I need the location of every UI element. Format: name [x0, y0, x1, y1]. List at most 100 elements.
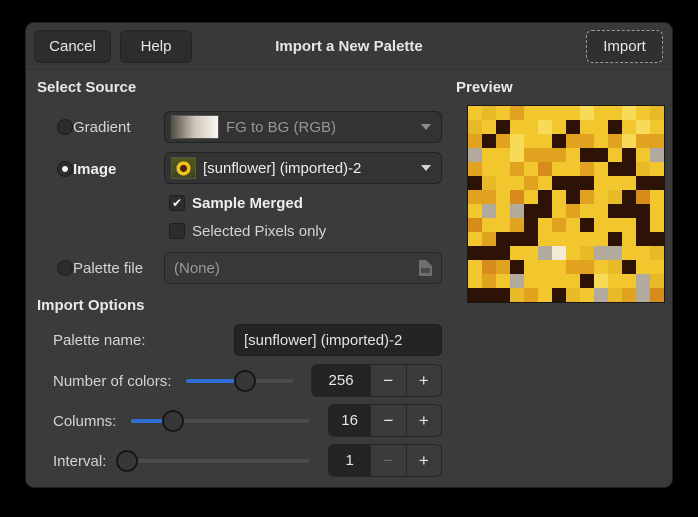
preview-cell [496, 232, 510, 246]
preview-cell [510, 148, 524, 162]
preview-cell [482, 162, 496, 176]
preview-cell [468, 176, 482, 190]
preview-cell [524, 106, 538, 120]
interval-slider[interactable] [116, 450, 309, 472]
columns-plus-button[interactable]: + [406, 405, 441, 436]
checkmark-icon: ✔ [170, 196, 184, 210]
preview-cell [580, 204, 594, 218]
preview-cell [636, 134, 650, 148]
preview-cell [580, 232, 594, 246]
preview-cell [622, 246, 636, 260]
preview-cell [552, 148, 566, 162]
preview-cell [594, 106, 608, 120]
preview-cell [566, 232, 580, 246]
slider-thumb[interactable] [234, 370, 256, 392]
gradient-combobox[interactable]: FG to BG (RGB) [164, 111, 442, 143]
preview-cell [552, 176, 566, 190]
preview-cell [566, 106, 580, 120]
gradient-radio-label[interactable]: Gradient [73, 119, 131, 136]
preview-cell [608, 204, 622, 218]
preview-cell [538, 288, 552, 302]
preview-cell [636, 260, 650, 274]
preview-cell [482, 218, 496, 232]
preview-cell [496, 246, 510, 260]
preview-cell [538, 176, 552, 190]
preview-cell [496, 260, 510, 274]
interval-value[interactable]: 1 [329, 445, 370, 476]
import-button[interactable]: Import [586, 30, 663, 63]
num-colors-slider[interactable] [186, 370, 293, 392]
sample-merged-label[interactable]: Sample Merged [192, 195, 303, 212]
preview-cell [510, 260, 524, 274]
preview-cell [566, 148, 580, 162]
preview-cell [650, 246, 664, 260]
preview-cell [650, 190, 664, 204]
interval-plus-button[interactable]: + [406, 445, 441, 476]
help-button[interactable]: Help [120, 30, 192, 63]
palette-file-radio[interactable] [57, 260, 73, 276]
preview-cell [496, 134, 510, 148]
image-radio-label[interactable]: Image [73, 161, 116, 178]
image-combobox[interactable]: [sunflower] (imported)-2 [164, 152, 442, 184]
preview-cell [608, 288, 622, 302]
preview-heading: Preview [456, 79, 513, 96]
preview-cell [608, 260, 622, 274]
preview-cell [608, 162, 622, 176]
preview-cell [594, 162, 608, 176]
preview-cell [482, 274, 496, 288]
selected-pixels-checkbox[interactable]: ✔ [169, 223, 185, 239]
interval-minus-button[interactable]: − [370, 445, 405, 476]
slider-thumb[interactable] [162, 410, 184, 432]
preview-cell [538, 274, 552, 288]
preview-cell [510, 106, 524, 120]
radio-dot [62, 166, 68, 172]
preview-cell [594, 134, 608, 148]
file-document-icon [419, 260, 432, 276]
preview-cell [580, 148, 594, 162]
preview-cell [580, 246, 594, 260]
preview-cell [608, 148, 622, 162]
sample-merged-checkbox[interactable]: ✔ [169, 195, 185, 211]
preview-cell [552, 162, 566, 176]
preview-cell [594, 288, 608, 302]
palette-file-button[interactable]: (None) [164, 252, 442, 284]
preview-cell [552, 204, 566, 218]
slider-thumb[interactable] [116, 450, 138, 472]
columns-value[interactable]: 16 [329, 405, 370, 436]
slider-track[interactable] [116, 459, 309, 463]
image-radio[interactable] [57, 161, 73, 177]
preview-cell [608, 106, 622, 120]
preview-cell [650, 134, 664, 148]
preview-cell [552, 190, 566, 204]
columns-slider[interactable] [131, 410, 309, 432]
preview-cell [524, 176, 538, 190]
preview-cell [538, 204, 552, 218]
preview-cell [566, 246, 580, 260]
chevron-down-icon [421, 124, 431, 130]
preview-cell [496, 218, 510, 232]
preview-cell [496, 288, 510, 302]
preview-cell [566, 190, 580, 204]
preview-cell [482, 148, 496, 162]
titlebar[interactable]: Import a New Palette Cancel Help Import [26, 23, 672, 70]
preview-cell [524, 190, 538, 204]
preview-cell [482, 232, 496, 246]
num-colors-plus-button[interactable]: + [406, 365, 441, 396]
palette-file-radio-label[interactable]: Palette file [73, 260, 143, 277]
preview-cell [636, 162, 650, 176]
preview-cell [552, 246, 566, 260]
preview-cell [524, 204, 538, 218]
preview-cell [608, 190, 622, 204]
preview-cell [608, 274, 622, 288]
preview-cell [538, 120, 552, 134]
num-colors-minus-button[interactable]: − [370, 365, 405, 396]
cancel-button[interactable]: Cancel [34, 30, 111, 63]
columns-minus-button[interactable]: − [370, 405, 405, 436]
preview-cell [538, 218, 552, 232]
gradient-radio[interactable] [57, 119, 73, 135]
selected-pixels-label[interactable]: Selected Pixels only [192, 223, 326, 240]
palette-name-input[interactable]: [sunflower] (imported)-2 [234, 324, 442, 356]
num-colors-value[interactable]: 256 [312, 365, 370, 396]
preview-cell [524, 288, 538, 302]
preview-cell [552, 120, 566, 134]
